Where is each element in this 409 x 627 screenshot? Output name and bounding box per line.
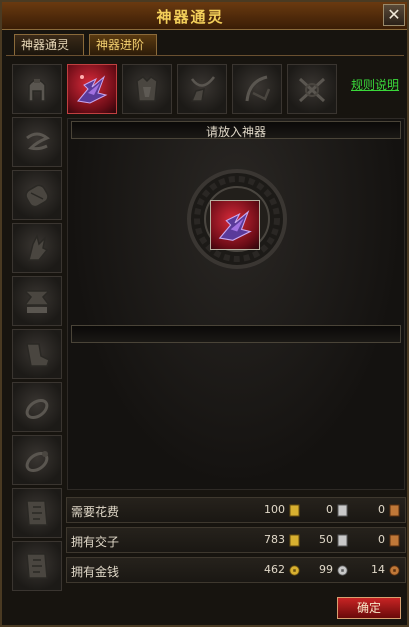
close-icon: ✕ [387,5,401,24]
gauntlet-icon [13,171,61,219]
cost-label: 拥有金钱 [71,565,120,579]
helmet-icon [13,65,61,113]
bow-icon [233,65,281,113]
artifact-red-crystal-icon [218,210,252,241]
title-bar[interactable]: 神器通灵 ✕ [2,2,407,30]
prompt-bar: 请放入神器 [71,121,401,139]
copper-coin-icon [389,565,400,576]
slot-helmet[interactable] [12,64,62,114]
cost-row-tickets: 拥有交子 783 50 0 [66,527,406,553]
rules-link[interactable]: 规则说明 [351,76,399,93]
crossbow-icon [288,65,336,113]
window-title: 神器通灵 [156,8,225,26]
side-slot-6[interactable] [12,382,62,432]
cost-value: 100 [264,503,285,516]
cost-value: 0 [326,503,333,516]
cost-value: 50 [319,533,333,546]
prompt-text: 请放入神器 [205,125,266,139]
rune-block-icon [13,277,61,325]
tab-divider [6,55,404,56]
copper-ticket-icon [389,534,400,547]
side-slot-9[interactable] [12,541,62,591]
gold-ticket-icon [289,534,300,547]
side-slot-2[interactable] [12,170,62,220]
silver-ticket-icon [337,534,348,547]
cost-row-money: 拥有金钱 462 99 14 [66,557,406,583]
talisman-icon [13,542,61,590]
result-bar [71,325,401,343]
tab-artifact-advance[interactable]: 神器进阶 [89,34,157,56]
side-slot-1[interactable] [12,117,62,167]
silver-ticket-icon [337,504,348,517]
glove-icon [13,224,61,272]
side-slot-8[interactable] [12,488,62,538]
cost-value: 14 [371,563,385,576]
cost-label: 需要花费 [71,505,120,519]
tab-artifact-spirit[interactable]: 神器通灵 [14,34,84,56]
cost-value: 462 [264,563,285,576]
armor-icon [123,65,171,113]
slot-armor[interactable] [122,64,172,114]
side-slot-4[interactable] [12,276,62,326]
scroll-rune-icon [13,118,61,166]
close-button[interactable]: ✕ [383,4,405,26]
gold-coin-icon [289,565,300,576]
slot-artifact-selected[interactable] [67,64,117,114]
side-slot-3[interactable] [12,223,62,273]
cost-value: 0 [378,533,385,546]
ring-icon [13,383,61,431]
slot-bow[interactable] [232,64,282,114]
copper-ticket-icon [389,504,400,517]
side-slot-7[interactable] [12,435,62,485]
cost-value: 783 [264,533,285,546]
artifact-red-crystal-icon [68,65,116,113]
ring-icon [13,436,61,484]
confirm-button[interactable]: 确定 [337,597,401,619]
talisman-icon [13,489,61,537]
side-slot-5[interactable] [12,329,62,379]
slot-crossbow[interactable] [287,64,337,114]
artifact-panel: 请放入神器 [67,118,405,490]
cost-label: 拥有交子 [71,535,120,549]
cost-value: 0 [378,503,385,516]
slot-necklace[interactable] [177,64,227,114]
gold-ticket-icon [289,504,300,517]
silver-coin-icon [337,565,348,576]
altar-item-slot[interactable] [210,200,260,250]
cost-row-required: 需要花费 100 0 0 [66,497,406,523]
necklace-icon [178,65,226,113]
cost-value: 99 [319,563,333,576]
artifact-window: 神器通灵 ✕ 神器通灵 神器进阶 规则说明 请放入神器 需要花费 100 0 0… [0,0,409,627]
boots-icon [13,330,61,378]
